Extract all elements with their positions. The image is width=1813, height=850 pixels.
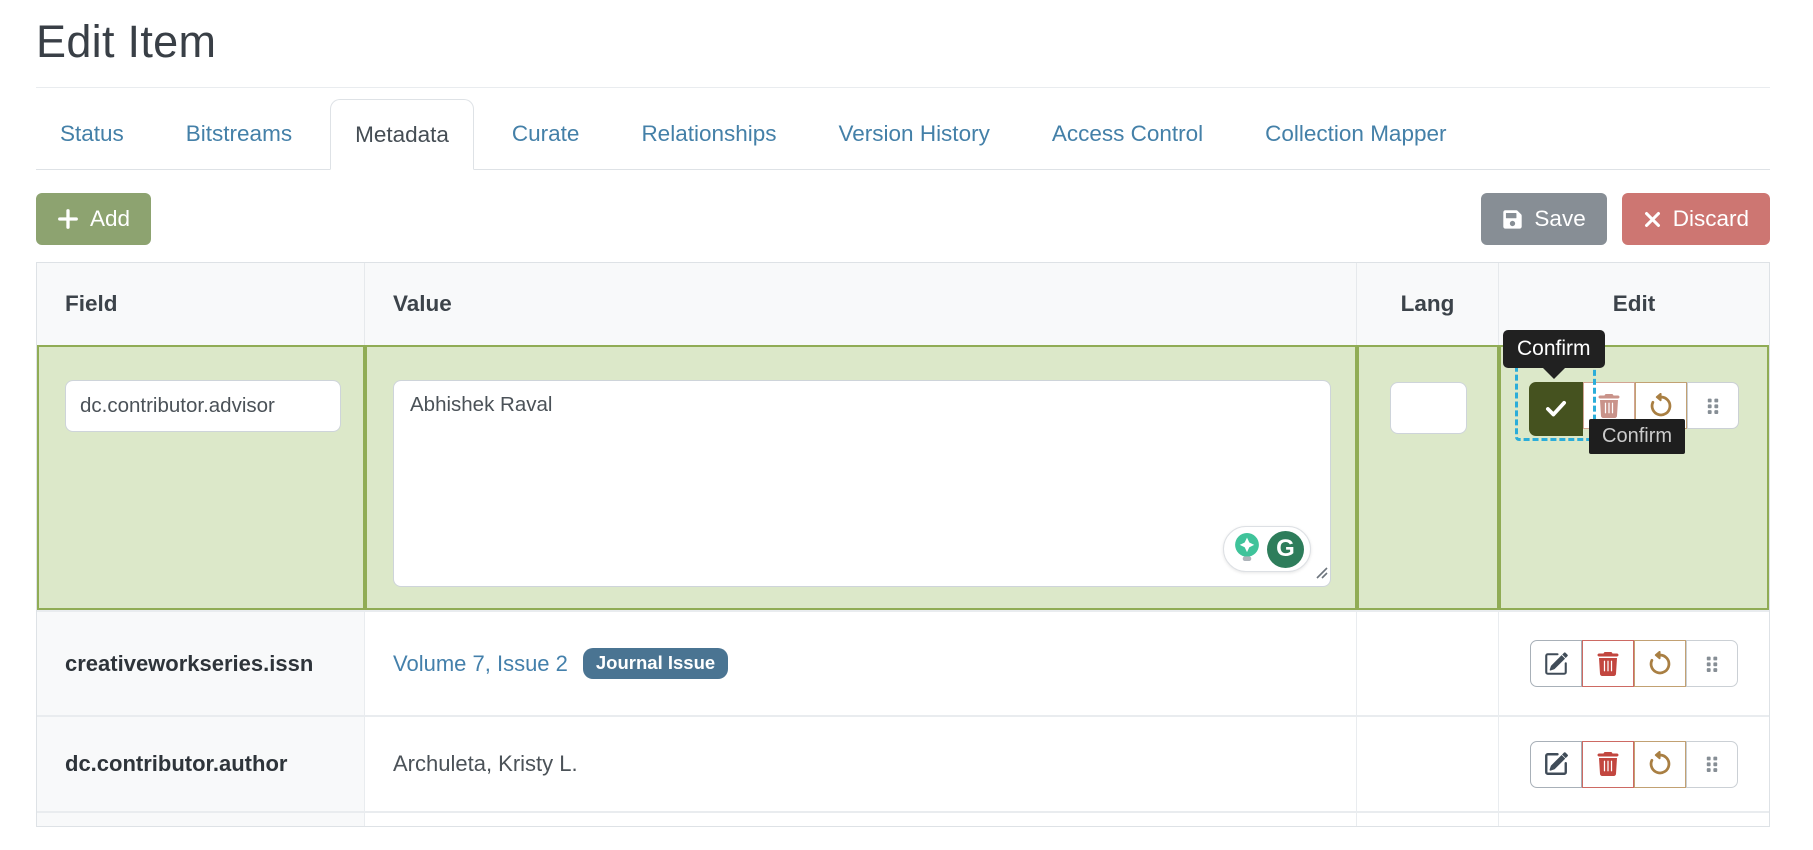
edit-actions-group	[1530, 640, 1738, 687]
column-header-field: Field	[37, 263, 365, 345]
delete-button[interactable]	[1582, 741, 1634, 788]
lang-input[interactable]	[1390, 382, 1467, 434]
edit-item-page: Edit Item Status Bitstreams Metadata Cur…	[0, 16, 1813, 827]
discard-button[interactable]: Discard	[1622, 193, 1770, 245]
tab-bitstreams[interactable]: Bitstreams	[162, 99, 316, 169]
field-name-input[interactable]	[65, 380, 341, 432]
tab-curate[interactable]: Curate	[488, 99, 604, 169]
value-text: Archuleta, Kristy L.	[393, 751, 578, 777]
column-header-value: Value	[365, 263, 1357, 345]
trash-icon	[1596, 652, 1620, 676]
drag-handle-icon	[1701, 652, 1723, 676]
edit-cell	[1499, 612, 1769, 715]
field-cell: dc.contributor.author	[37, 717, 365, 811]
resize-handle-icon[interactable]	[1313, 564, 1328, 584]
save-button-label: Save	[1534, 206, 1585, 232]
edit-pencil-icon	[1544, 652, 1568, 676]
tab-version-history[interactable]: Version History	[815, 99, 1014, 169]
edit-cell	[1499, 813, 1769, 826]
tab-status[interactable]: Status	[36, 99, 148, 169]
lang-cell-editing	[1357, 345, 1499, 610]
edit-button[interactable]	[1530, 640, 1582, 687]
tab-access-control[interactable]: Access Control	[1028, 99, 1227, 169]
trash-icon	[1596, 752, 1620, 776]
confirm-button[interactable]	[1529, 382, 1583, 436]
value-cell: Archuleta, Kristy L.	[365, 717, 1357, 811]
undo-button[interactable]	[1634, 741, 1686, 788]
toolbar-right-group: Save Discard	[1481, 193, 1770, 245]
tab-metadata[interactable]: Metadata	[330, 99, 474, 170]
undo-icon	[1647, 651, 1673, 677]
undo-button[interactable]	[1634, 640, 1686, 687]
entity-type-badge: Journal Issue	[583, 648, 728, 680]
tab-relationships[interactable]: Relationships	[617, 99, 800, 169]
undo-icon	[1648, 393, 1674, 419]
drag-handle[interactable]	[1686, 741, 1738, 788]
column-header-lang: Lang	[1357, 263, 1499, 345]
tab-collection-mapper[interactable]: Collection Mapper	[1241, 99, 1470, 169]
lang-cell	[1357, 612, 1499, 715]
floppy-disk-icon	[1502, 209, 1523, 230]
value-cell: Volume 7, Issue 2 Journal Issue	[365, 612, 1357, 715]
lang-cell	[1357, 813, 1499, 826]
add-button[interactable]: Add	[36, 193, 151, 245]
value-textarea[interactable]: Abhishek Raval	[393, 380, 1331, 587]
trash-icon	[1597, 394, 1621, 418]
table-row: creativeworkseries.issn Volume 7, Issue …	[37, 610, 1769, 715]
title-divider	[36, 87, 1770, 88]
page-title: Edit Item	[36, 16, 1770, 68]
value-cell-editing: Abhishek Raval G	[365, 345, 1357, 610]
drag-handle[interactable]	[1687, 382, 1739, 429]
edit-actions-group	[1530, 741, 1738, 788]
discard-button-label: Discard	[1673, 206, 1749, 232]
confirm-tooltip: Confirm	[1503, 330, 1605, 368]
table-row-editing: Abhishek Raval G	[37, 345, 1769, 610]
add-button-label: Add	[90, 206, 130, 232]
edit-cell	[1499, 717, 1769, 811]
tab-bar: Status Bitstreams Metadata Curate Relati…	[36, 99, 1770, 170]
lightbulb-icon[interactable]	[1230, 530, 1264, 569]
field-cell: creativeworkseries.issn	[37, 612, 365, 715]
drag-handle-icon	[1702, 394, 1724, 418]
undo-icon	[1647, 751, 1673, 777]
check-icon	[1543, 395, 1569, 424]
delete-button[interactable]	[1582, 640, 1634, 687]
plus-icon	[57, 208, 79, 230]
grammarly-widget: G	[1223, 526, 1311, 572]
edit-cell-editing: Confirm	[1499, 345, 1769, 610]
value-link[interactable]: Volume 7, Issue 2	[393, 651, 568, 677]
drag-handle-icon	[1701, 752, 1723, 776]
grammarly-g-icon[interactable]: G	[1267, 531, 1304, 568]
metadata-toolbar: Add Save Discard	[36, 193, 1770, 245]
value-editor: Abhishek Raval G	[393, 380, 1331, 587]
drag-handle[interactable]	[1686, 640, 1738, 687]
table-row: dc.contributor.author Archuleta, Kristy …	[37, 715, 1769, 811]
lang-cell	[1357, 717, 1499, 811]
save-button[interactable]: Save	[1481, 193, 1606, 245]
edit-button[interactable]	[1530, 741, 1582, 788]
field-cell	[37, 813, 365, 826]
table-row-partial	[37, 811, 1769, 826]
field-cell-editing	[37, 345, 365, 610]
metadata-table: Field Value Lang Edit Abhishek Raval	[36, 262, 1770, 827]
edit-pencil-icon	[1544, 752, 1568, 776]
value-cell	[365, 813, 1357, 826]
confirm-native-tooltip: Confirm	[1589, 419, 1685, 454]
close-icon	[1643, 210, 1662, 229]
